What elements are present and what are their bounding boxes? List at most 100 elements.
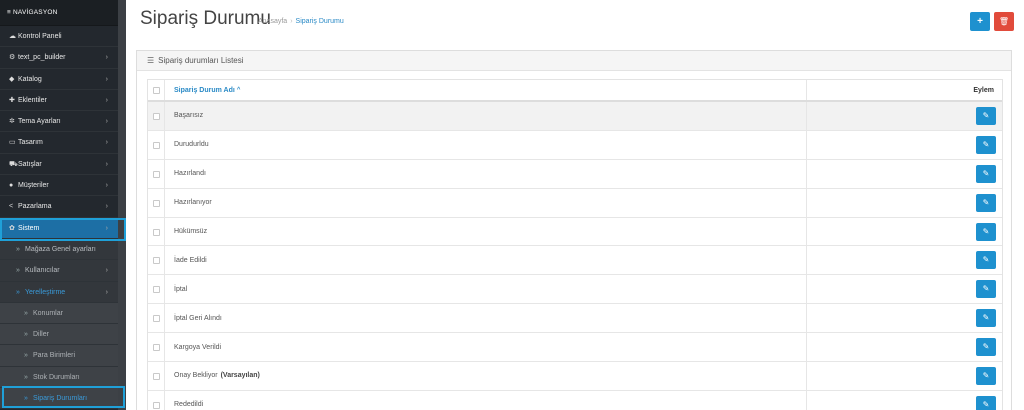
row-select-cell bbox=[148, 333, 165, 362]
edit-button[interactable]: ✎ bbox=[976, 338, 996, 357]
select-all-cell bbox=[148, 80, 165, 100]
action-cell: ✎ bbox=[976, 102, 996, 130]
pencil-icon: ✎ bbox=[982, 168, 990, 178]
nav-item-label: Kontrol Paneli bbox=[18, 33, 62, 40]
delete-button[interactable]: 🗑 bbox=[994, 12, 1014, 31]
status-name-text: Durudurldu bbox=[174, 141, 209, 149]
row-select-cell bbox=[148, 159, 165, 188]
add-button[interactable]: + bbox=[970, 12, 990, 31]
nav-sub-users[interactable]: » Kullanıcılar › bbox=[0, 260, 118, 282]
status-name: İade Edildi bbox=[174, 246, 210, 274]
row-checkbox[interactable] bbox=[153, 141, 160, 149]
nav-item-extensions[interactable]: ✚ Eklentiler › bbox=[0, 90, 118, 112]
nav-sub2-stock-statuses[interactable]: » Stok Durumları bbox=[0, 366, 118, 389]
action-cell: ✎ bbox=[976, 131, 996, 159]
row-checkbox[interactable] bbox=[153, 315, 160, 323]
status-name: Kargoya Verildi bbox=[174, 333, 224, 361]
row-checkbox[interactable] bbox=[153, 286, 160, 294]
breadcrumb: Anasayfa › Sipariş Durumu bbox=[258, 18, 344, 25]
nav-item-label: Katalog bbox=[18, 75, 42, 83]
edit-button[interactable]: ✎ bbox=[976, 251, 996, 270]
row-checkbox[interactable] bbox=[153, 112, 160, 120]
action-cell: ✎ bbox=[976, 160, 996, 188]
status-name-text: Rededildi bbox=[174, 401, 204, 409]
order-status-table: Sipariş Durum Adı ^ Eylem Başarısız ✎ Dur… bbox=[147, 79, 1003, 410]
nav-sub-store-settings[interactable]: » Mağaza Genel ayarları bbox=[0, 238, 118, 261]
column-header-action: Eylem bbox=[973, 86, 994, 94]
row-select-cell bbox=[148, 217, 165, 246]
status-name: Hükümsüz bbox=[174, 218, 210, 246]
row-select-cell bbox=[148, 362, 165, 390]
nav-item-catalog[interactable]: ◆ Katalog › bbox=[0, 69, 118, 90]
edit-button[interactable]: ✎ bbox=[976, 106, 996, 125]
nav-item-label: text_pc_builder bbox=[18, 54, 66, 62]
edit-button[interactable]: ✎ bbox=[976, 366, 996, 385]
panel-heading: ☰ Sipariş durumları Listesi bbox=[137, 51, 1011, 71]
edit-button[interactable]: ✎ bbox=[976, 222, 996, 241]
status-name-text: Hazırlanıyor bbox=[174, 199, 212, 207]
column-header-name[interactable]: Sipariş Durum Adı ^ bbox=[174, 80, 240, 100]
double-chevron-icon: » bbox=[16, 245, 20, 253]
pencil-icon: ✎ bbox=[982, 110, 990, 120]
nav-item-sales[interactable]: ⛟Satışlar › bbox=[0, 154, 118, 176]
row-checkbox[interactable] bbox=[153, 401, 160, 409]
row-select-cell bbox=[148, 275, 165, 304]
status-name-text: Başarısız bbox=[174, 112, 204, 120]
list-icon: ☰ bbox=[147, 56, 155, 65]
row-checkbox[interactable] bbox=[153, 344, 160, 352]
nav-sub2-currencies[interactable]: » Para Birimleri bbox=[0, 345, 118, 367]
nav-item-label: Tema Ayarları bbox=[18, 118, 61, 126]
edit-button[interactable]: ✎ bbox=[976, 395, 996, 410]
row-checkbox[interactable] bbox=[153, 199, 160, 207]
table-row: Kargoya Verildi ✎ bbox=[148, 333, 1002, 363]
row-checkbox[interactable] bbox=[153, 228, 160, 236]
nav-heading: ≡ NAVİGASYON bbox=[0, 0, 118, 26]
double-chevron-icon: » bbox=[24, 352, 28, 360]
status-suffix-default: (Varsayılan) bbox=[220, 372, 260, 380]
nav-item-text-pc-builder[interactable]: ⚙ text_pc_builder › bbox=[0, 47, 118, 69]
action-cell: ✎ bbox=[976, 189, 996, 217]
row-select-cell bbox=[148, 102, 165, 130]
edit-button[interactable]: ✎ bbox=[976, 135, 996, 154]
nav-item-label: Para Birimleri bbox=[33, 352, 76, 360]
table-row: Hazırlandı ✎ bbox=[148, 159, 1002, 189]
nav-item-label: Yerelleştirme bbox=[25, 288, 66, 296]
row-select-cell bbox=[148, 130, 165, 159]
sidebar-scrollbar[interactable] bbox=[118, 0, 126, 410]
breadcrumb-home-link[interactable]: Anasayfa bbox=[258, 18, 287, 25]
status-name: Başarısız bbox=[174, 102, 206, 130]
nav-item-design[interactable]: ▭ Tasarım › bbox=[0, 132, 118, 154]
edit-button[interactable]: ✎ bbox=[976, 280, 996, 299]
row-checkbox[interactable] bbox=[153, 257, 160, 265]
status-name: Onay Bekliyor (Varsayılan) bbox=[174, 362, 260, 390]
edit-button[interactable]: ✎ bbox=[976, 164, 996, 183]
nav-sub2-languages[interactable]: » Diller bbox=[0, 324, 118, 346]
edit-button[interactable]: ✎ bbox=[976, 193, 996, 212]
row-select-cell bbox=[148, 304, 165, 333]
nav-item-label: Kullanıcılar bbox=[25, 267, 60, 275]
pencil-icon: ✎ bbox=[982, 255, 990, 265]
nav-item-dashboard[interactable]: ☁ Kontrol Paneli bbox=[0, 26, 118, 48]
nav-item-customers[interactable]: ● Müşteriler › bbox=[0, 175, 118, 197]
breadcrumb-current-link[interactable]: Sipariş Durumu bbox=[296, 18, 344, 25]
status-name: Rededildi bbox=[174, 391, 206, 410]
row-select-cell bbox=[148, 246, 165, 275]
puzzle-icon: ✚ bbox=[9, 96, 15, 104]
edit-button[interactable]: ✎ bbox=[976, 309, 996, 328]
action-cell: ✎ bbox=[976, 246, 996, 274]
nav-item-label: Mağaza Genel ayarları bbox=[25, 245, 96, 253]
pencil-icon: ✎ bbox=[982, 197, 990, 207]
nav-sub-localisation[interactable]: » Yerelleştirme › bbox=[0, 281, 118, 303]
row-checkbox[interactable] bbox=[153, 372, 160, 380]
table-row: Başarısız ✎ bbox=[148, 102, 1002, 131]
nav-sub2-locations[interactable]: » Konumlar bbox=[0, 302, 118, 325]
row-checkbox[interactable] bbox=[153, 170, 160, 178]
nav-item-marketing[interactable]: < Pazarlama › bbox=[0, 196, 118, 218]
trash-icon: 🗑 bbox=[998, 17, 1010, 26]
select-all-checkbox[interactable] bbox=[153, 87, 160, 94]
page-title: Sipariş Durumu bbox=[140, 8, 271, 29]
nav-item-theme-settings[interactable]: ✲ Tema Ayarları › bbox=[0, 111, 118, 133]
plus-icon: + bbox=[977, 16, 983, 27]
table-header-row: Sipariş Durum Adı ^ Eylem bbox=[148, 80, 1002, 102]
chevron-right-icon: › bbox=[105, 118, 108, 126]
